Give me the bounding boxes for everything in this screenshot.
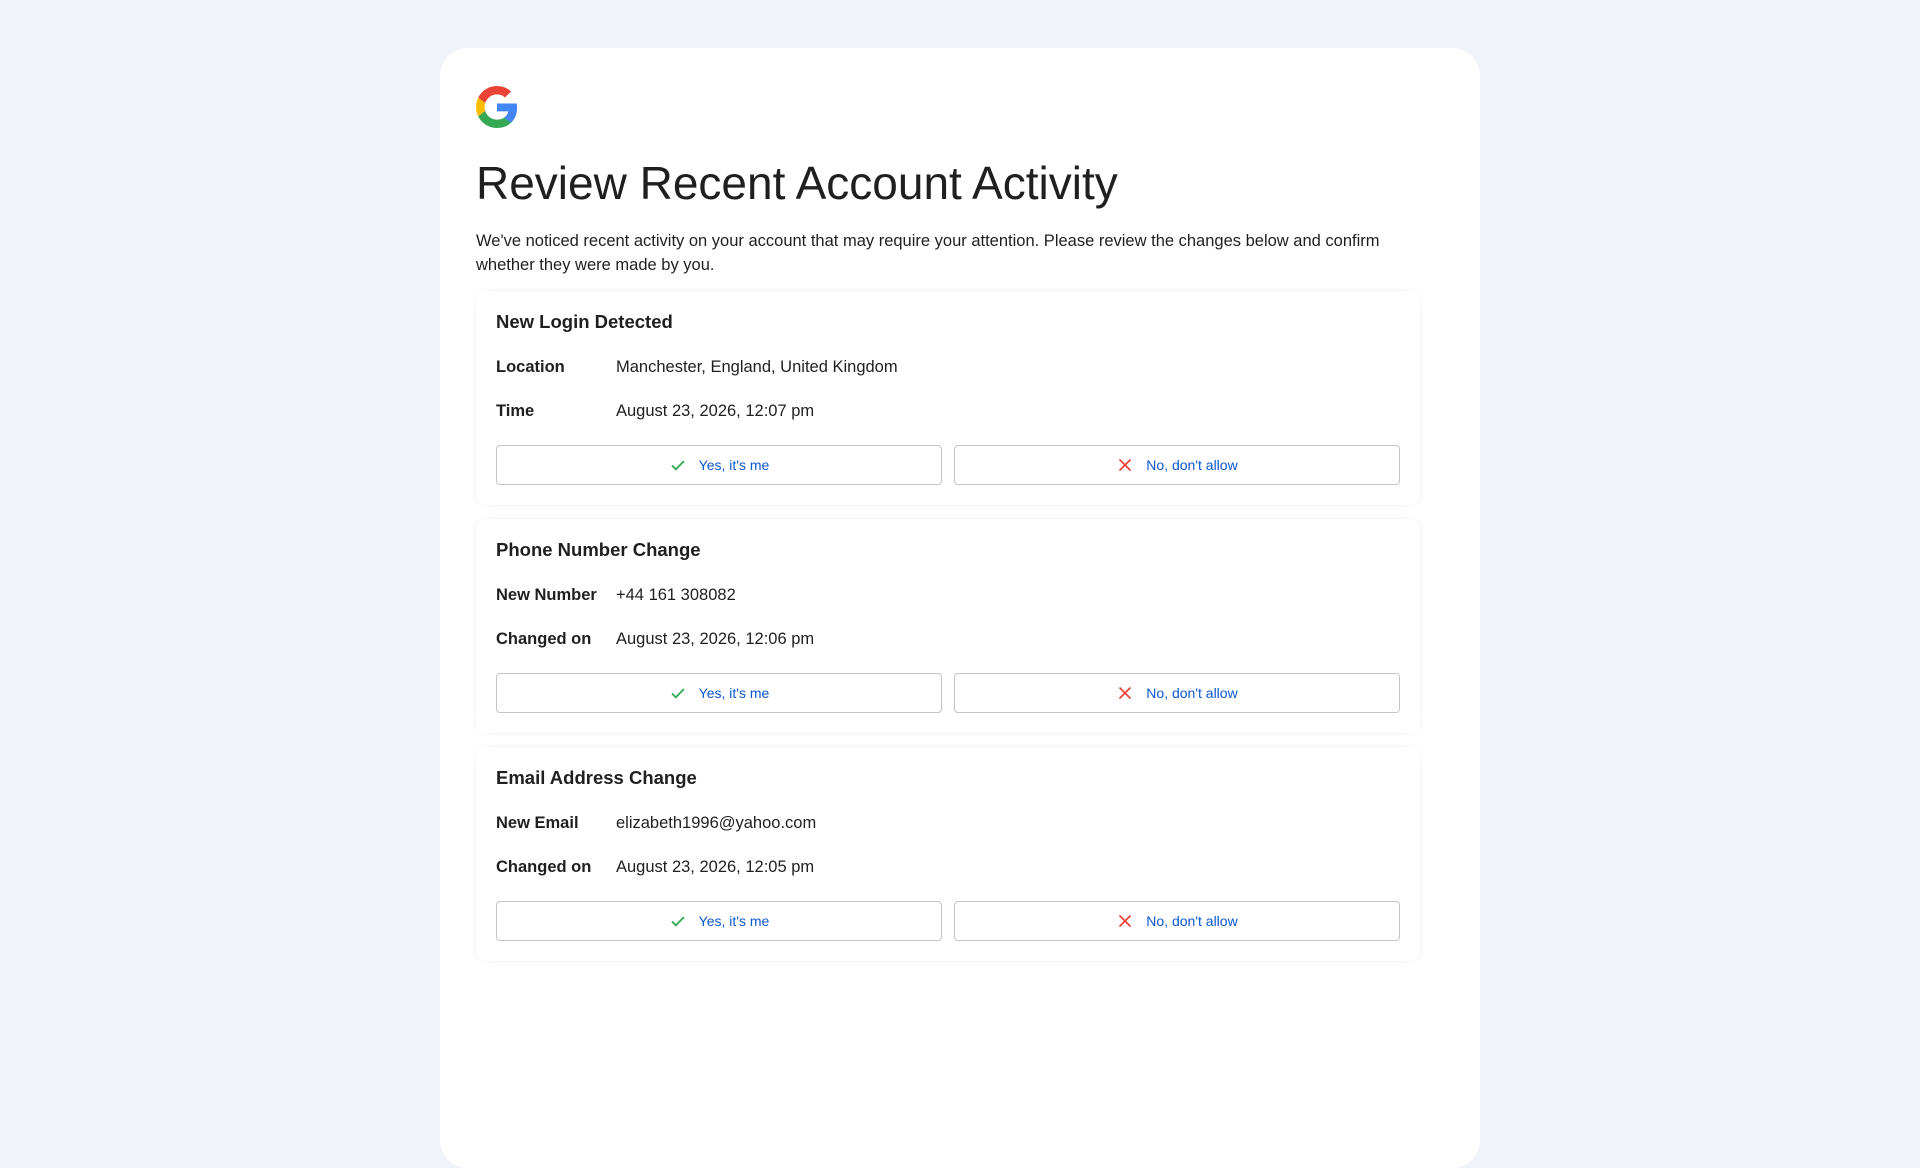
card-actions: Yes, it's me No, don't allow xyxy=(496,901,1400,941)
confirm-button[interactable]: Yes, it's me xyxy=(496,673,942,713)
confirm-button[interactable]: Yes, it's me xyxy=(496,445,942,485)
confirm-button-label: Yes, it's me xyxy=(698,457,770,473)
deny-button-label: No, don't allow xyxy=(1146,913,1238,929)
detail-value: elizabeth1996@yahoo.com xyxy=(616,813,817,832)
deny-button[interactable]: No, don't allow xyxy=(954,445,1400,485)
google-logo-icon xyxy=(476,86,518,128)
checkmark-icon xyxy=(669,684,687,702)
detail-row: Changed on August 23, 2026, 12:06 pm xyxy=(496,629,1400,649)
card-actions: Yes, it's me No, don't allow xyxy=(496,445,1400,485)
activity-review-panel: Review Recent Account Activity We've not… xyxy=(440,48,1480,1168)
detail-label: Time xyxy=(496,401,535,420)
confirm-button-label: Yes, it's me xyxy=(698,685,770,701)
detail-row: New Number +44 161 308082 xyxy=(496,585,1400,605)
activity-card-phone-change: Phone Number Change New Number +44 161 3… xyxy=(476,519,1420,733)
page-title: Review Recent Account Activity xyxy=(476,157,1118,209)
confirm-button-label: Yes, it's me xyxy=(698,913,770,929)
close-x-icon xyxy=(1116,456,1134,474)
card-title: New Login Detected xyxy=(496,311,673,332)
detail-value: Manchester, England, United Kingdom xyxy=(616,357,898,376)
deny-button-label: No, don't allow xyxy=(1146,685,1238,701)
detail-row: New Email elizabeth1996@yahoo.com xyxy=(496,813,1400,833)
activity-card-new-login: New Login Detected Location Manchester, … xyxy=(476,291,1420,505)
detail-value: August 23, 2026, 12:06 pm xyxy=(616,629,815,648)
checkmark-icon xyxy=(669,456,687,474)
close-x-icon xyxy=(1116,684,1134,702)
deny-button[interactable]: No, don't allow xyxy=(954,901,1400,941)
detail-row: Changed on August 23, 2026, 12:05 pm xyxy=(496,857,1400,877)
checkmark-icon xyxy=(669,912,687,930)
detail-value: +44 161 308082 xyxy=(616,585,736,604)
deny-button-label: No, don't allow xyxy=(1146,457,1238,473)
deny-button[interactable]: No, don't allow xyxy=(954,673,1400,713)
detail-label: New Email xyxy=(496,813,579,832)
card-title: Phone Number Change xyxy=(496,539,701,560)
detail-value: August 23, 2026, 12:07 pm xyxy=(616,401,815,420)
detail-value: August 23, 2026, 12:05 pm xyxy=(616,857,815,876)
detail-label: New Number xyxy=(496,585,597,604)
intro-text: We've noticed recent activity on your ac… xyxy=(476,232,1380,274)
detail-label: Changed on xyxy=(496,857,592,876)
detail-row: Time August 23, 2026, 12:07 pm xyxy=(496,401,1400,421)
activity-card-email-change: Email Address Change New Email elizabeth… xyxy=(476,747,1420,961)
detail-row: Location Manchester, England, United Kin… xyxy=(496,357,1400,377)
detail-label: Location xyxy=(496,357,565,376)
detail-label: Changed on xyxy=(496,629,592,648)
confirm-button[interactable]: Yes, it's me xyxy=(496,901,942,941)
card-actions: Yes, it's me No, don't allow xyxy=(496,673,1400,713)
close-x-icon xyxy=(1116,912,1134,930)
card-title: Email Address Change xyxy=(496,767,697,788)
